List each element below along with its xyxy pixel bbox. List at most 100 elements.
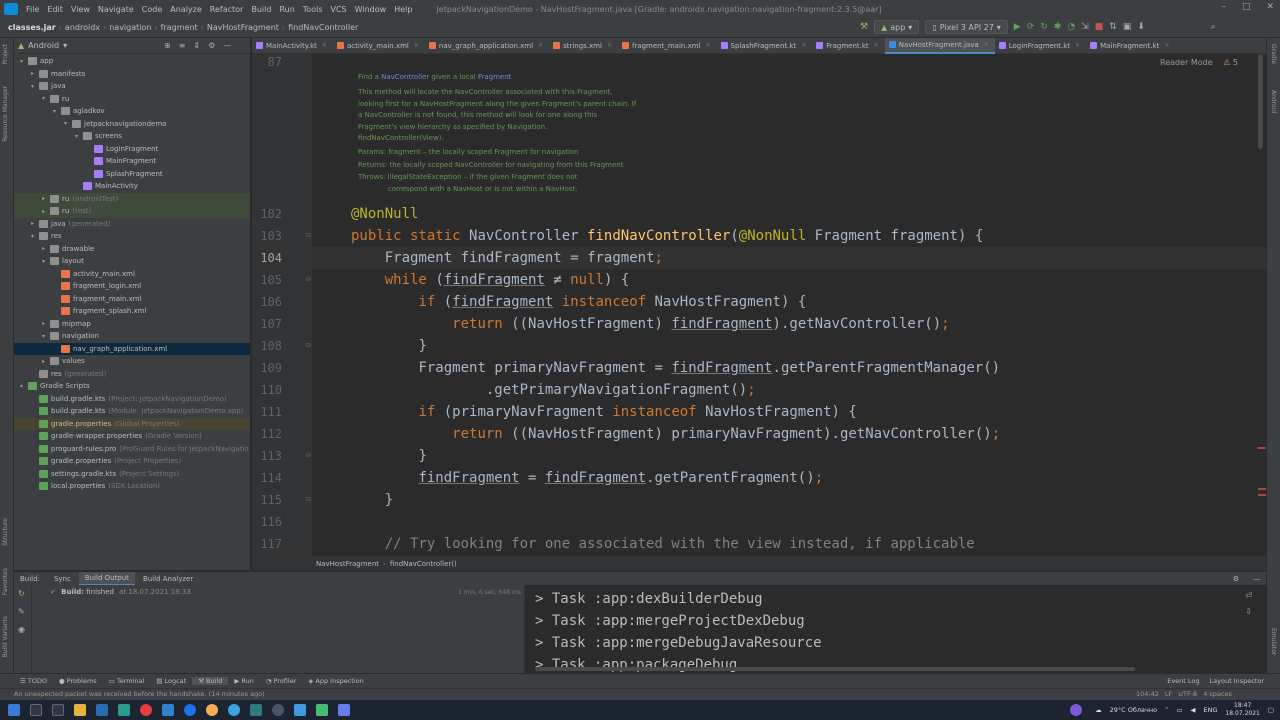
- close-icon[interactable]: ✕: [801, 42, 806, 49]
- tree-item[interactable]: ▸ ru (androidTest): [14, 192, 250, 205]
- mail-icon[interactable]: [96, 704, 108, 716]
- filter-icon[interactable]: ◉: [18, 625, 25, 634]
- tree-item[interactable]: fragment_splash.xml: [14, 305, 250, 318]
- tool-window-profiler[interactable]: ◔ Profiler: [260, 677, 303, 685]
- favorites-tool-tab[interactable]: Favorites: [2, 568, 9, 595]
- tree-item[interactable]: gradle.properties (Global Properties): [14, 417, 250, 430]
- editor-scrollbar[interactable]: [1258, 54, 1263, 149]
- avd-manager-icon[interactable]: ▣: [1123, 22, 1132, 32]
- chevron-down-icon[interactable]: ▾: [31, 83, 39, 90]
- menu-window[interactable]: Window: [351, 5, 391, 14]
- tree-item[interactable]: SplashFragment: [14, 168, 250, 181]
- code-editor[interactable]: 102 103 104 105 106 107 108 109 110 111 112 113 114 1…: [252, 54, 1266, 556]
- console-scrollbar[interactable]: [535, 667, 1135, 671]
- maximize-icon[interactable]: □: [1242, 2, 1251, 12]
- event-log-button[interactable]: Event Log: [1167, 677, 1199, 685]
- chevron-right-icon[interactable]: ▸: [42, 195, 50, 202]
- error-marker[interactable]: [1258, 488, 1266, 490]
- error-marker[interactable]: [1258, 494, 1266, 496]
- file-encoding[interactable]: UTF-8: [1178, 690, 1197, 698]
- build-output-console[interactable]: > Task :app:dexBuilderDebug > Task :app:m…: [524, 585, 1266, 673]
- run-icon[interactable]: ▶: [1014, 22, 1021, 32]
- chevron-right-icon[interactable]: ▸: [42, 320, 50, 327]
- layout-inspector-button[interactable]: Layout Inspector: [1210, 677, 1264, 685]
- clock[interactable]: 18:47 18.07.2021: [1225, 702, 1259, 717]
- editor-tab[interactable]: nav_graph_application.xml ✕: [425, 38, 549, 54]
- build-status-row[interactable]: ✔ Build: finished at 18.07.2021 18:33: [50, 588, 191, 596]
- menu-navigate[interactable]: Navigate: [94, 5, 138, 14]
- tree-item[interactable]: ▾ jetpacknavigationdemo: [14, 118, 250, 131]
- app-icon[interactable]: [250, 704, 262, 716]
- code-line[interactable]: }: [351, 445, 426, 467]
- build-variants-tool-tab[interactable]: Build Variants: [2, 616, 9, 657]
- code-line[interactable]: // Try looking for one associated with t…: [351, 533, 975, 555]
- chevron-right-icon[interactable]: ▸: [31, 70, 39, 77]
- code-line[interactable]: }: [351, 489, 393, 511]
- breadcrumb-item[interactable]: NavHostFragment: [204, 23, 282, 32]
- expand-icon[interactable]: ⇕: [193, 41, 200, 50]
- tree-item[interactable]: build.gradle.kts (Project: JetpackNavigat…: [14, 393, 250, 406]
- tool-window-todo[interactable]: ☰ TODO: [14, 677, 53, 685]
- menu-build[interactable]: Build: [247, 5, 275, 14]
- close-icon[interactable]: ✕: [1075, 42, 1080, 49]
- error-marker[interactable]: [1258, 447, 1266, 449]
- close-icon[interactable]: ✕: [705, 42, 710, 49]
- android-studio-icon[interactable]: [316, 704, 328, 716]
- tree-item[interactable]: ▸ values: [14, 355, 250, 368]
- hide-icon[interactable]: —: [223, 41, 231, 50]
- profile-icon[interactable]: ◔: [1067, 22, 1075, 32]
- tree-item[interactable]: proguard-rules.pro (ProGuard Rules for Je…: [14, 443, 250, 456]
- close-icon[interactable]: ✕: [322, 42, 327, 49]
- breadcrumb-item[interactable]: classes.jar: [0, 23, 59, 32]
- reader-mode-toggle[interactable]: Reader Mode: [1160, 58, 1213, 67]
- emulator-tool-tab[interactable]: Emulator: [1270, 628, 1277, 655]
- menu-analyze[interactable]: Analyze: [166, 5, 206, 14]
- device-select[interactable]: ▯ Pixel 3 API 27 ▾: [925, 20, 1008, 34]
- tree-item[interactable]: ▸ manifests: [14, 68, 250, 81]
- attach-debugger-icon[interactable]: ⇲: [1081, 22, 1089, 32]
- tree-item[interactable]: ▸ ru (test): [14, 205, 250, 218]
- run-config-select[interactable]: ▲ app ▾: [874, 20, 920, 34]
- code-line[interactable]: return ((NavHostFragment) primaryNavFrag…: [351, 423, 1000, 445]
- breadcrumb-item[interactable]: navigation: [106, 23, 154, 32]
- breadcrumb-method[interactable]: findNavController(): [390, 560, 457, 568]
- apply-changes-icon[interactable]: ⟳: [1027, 22, 1035, 32]
- code-fold-icon[interactable]: ⊟: [306, 276, 314, 284]
- volume-icon[interactable]: ◀: [1190, 706, 1195, 714]
- breadcrumb-item[interactable]: androidx: [62, 23, 103, 32]
- weather[interactable]: 29°C Облачно: [1110, 706, 1157, 714]
- editor-tab[interactable]: MainFragment.kt ✕: [1086, 38, 1175, 54]
- editor-tab[interactable]: LoginFragment.kt ✕: [995, 38, 1086, 54]
- editor-tab[interactable]: Fragment.kt ✕: [812, 38, 885, 54]
- breadcrumb-item[interactable]: fragment: [158, 23, 201, 32]
- code-line[interactable]: }: [351, 335, 426, 357]
- chevron-down-icon[interactable]: ▾: [63, 41, 67, 50]
- tab-sync[interactable]: Sync: [48, 575, 77, 583]
- tree-item[interactable]: fragment_main.xml: [14, 293, 250, 306]
- tree-item[interactable]: nav_graph_application.xml: [14, 342, 250, 355]
- menu-help[interactable]: Help: [390, 5, 416, 14]
- tree-item[interactable]: fragment_login.xml: [14, 280, 250, 293]
- hammer-icon[interactable]: ⚒: [860, 22, 868, 32]
- tool-window-run[interactable]: ▶ Run: [228, 677, 259, 685]
- tree-item[interactable]: ▸ java (generated): [14, 218, 250, 231]
- breadcrumb-item[interactable]: findNavController: [285, 23, 361, 32]
- chevron-up-icon[interactable]: ˄: [1165, 706, 1168, 714]
- app-icon[interactable]: [206, 704, 218, 716]
- tree-item[interactable]: local.properties (SDK Location): [14, 480, 250, 493]
- rerun-icon[interactable]: ↻: [18, 589, 25, 598]
- tree-item[interactable]: ▾ navigation: [14, 330, 250, 343]
- breadcrumb-class[interactable]: NavHostFragment: [316, 560, 379, 568]
- pin-icon[interactable]: ✎: [18, 607, 25, 616]
- network-icon[interactable]: ▭: [1176, 706, 1182, 714]
- editor-tab[interactable]: SplashFragment.kt ✕: [717, 38, 813, 54]
- code-line[interactable]: if (primaryNavFragment instanceof NavHos…: [351, 401, 856, 423]
- tool-window-app-inspection[interactable]: ◈ App Inspection: [302, 677, 369, 685]
- code-line[interactable]: @NonNull: [351, 203, 418, 225]
- tab-build-analyzer[interactable]: Build Analyzer: [137, 575, 199, 583]
- tool-window-build[interactable]: ⚒ Build: [192, 677, 229, 685]
- search-icon[interactable]: ⌕: [1211, 22, 1216, 32]
- task-view-icon[interactable]: [52, 704, 64, 716]
- tool-window-problems[interactable]: ● Problems: [53, 677, 103, 685]
- line-separator[interactable]: LF: [1165, 690, 1172, 698]
